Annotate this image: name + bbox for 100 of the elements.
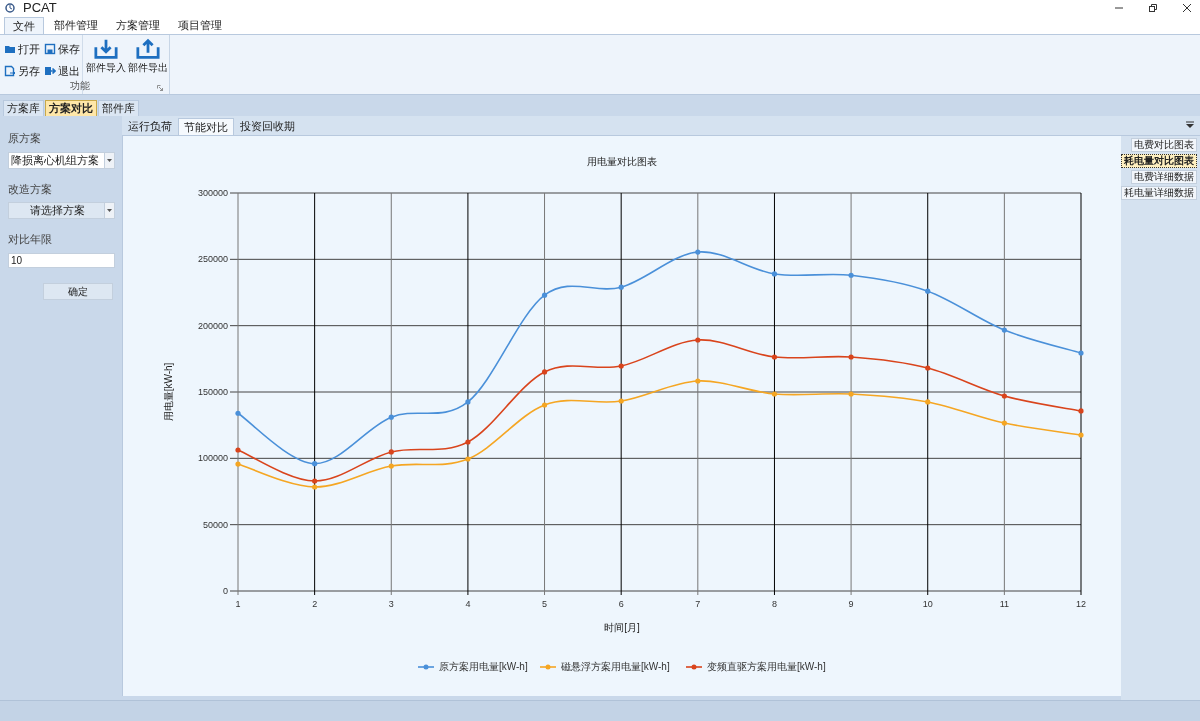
field-label: 对比年限 — [8, 232, 53, 247]
view-button[interactable]: 电费对比图表 — [1131, 138, 1197, 152]
content-tab[interactable]: 运行负荷 — [123, 118, 177, 135]
data-point — [695, 249, 701, 255]
data-point — [1078, 432, 1084, 438]
data-point — [618, 284, 624, 290]
data-point — [465, 399, 471, 405]
data-point — [235, 461, 241, 467]
axis-tick-label: 4 — [465, 599, 471, 609]
data-point — [1001, 327, 1007, 333]
legend-swatch — [539, 664, 557, 670]
data-point — [695, 337, 701, 343]
data-point — [848, 354, 854, 360]
data-point — [235, 410, 241, 416]
ribbon-button[interactable]: 打开 — [4, 41, 42, 57]
input-field[interactable]: 10 — [8, 252, 115, 268]
content-tab[interactable]: 节能对比 — [178, 118, 234, 135]
ribbon-tab[interactable]: 方案管理 — [108, 17, 168, 34]
folder-icon — [4, 43, 16, 55]
ribbon-tab[interactable]: 部件管理 — [46, 17, 106, 34]
plan-dropdown[interactable]: 请选择方案 — [8, 202, 115, 219]
view-button[interactable]: 耗电量对比图表 — [1121, 154, 1197, 168]
axis-tick-label: 10 — [922, 599, 933, 609]
content-tab[interactable]: 投资回收期 — [235, 118, 300, 135]
plan-dropdown[interactable]: 降损离心机组方案 — [8, 151, 115, 169]
field-label: 原方案 — [8, 131, 42, 146]
data-point — [1078, 408, 1084, 414]
data-point — [388, 463, 394, 469]
data-point — [541, 369, 548, 375]
axis-tick-label: 150000 — [197, 387, 228, 397]
legend-label: 磁悬浮方案用电量[kW-h] — [561, 661, 670, 672]
close-icon[interactable] — [1182, 3, 1192, 13]
data-point — [1001, 393, 1007, 399]
dropdown-menu-icon[interactable] — [1186, 121, 1194, 129]
floppy-icon — [44, 43, 56, 55]
data-point — [312, 461, 318, 467]
axis-title: 时间[月] — [604, 622, 640, 633]
data-point — [925, 399, 931, 405]
ribbon-button[interactable]: 退出 — [44, 63, 82, 79]
axis-tick-label: 5 — [542, 599, 548, 609]
legend-label: 变频直驱方案用电量[kW-h] — [707, 661, 826, 672]
data-point — [618, 363, 624, 369]
ribbon-button[interactable]: 部件导出 — [127, 35, 169, 94]
group-label: 功能 — [70, 79, 90, 93]
restore-icon[interactable] — [1148, 3, 1158, 13]
view-button[interactable]: 耗电量详细数据 — [1121, 186, 1197, 200]
data-point — [618, 398, 624, 404]
data-point — [388, 449, 394, 455]
data-point — [925, 365, 931, 371]
exit-icon — [44, 65, 56, 77]
data-point — [235, 447, 241, 453]
axis-tick-label: 11 — [999, 599, 1010, 609]
upload-tray-icon — [136, 37, 160, 61]
axis-tick-label: 0 — [223, 586, 228, 596]
data-point — [465, 456, 471, 462]
ribbon-tab[interactable]: 文件 — [4, 17, 44, 34]
panel-tab[interactable]: 部件库 — [98, 100, 139, 116]
axis-tick-label: 8 — [771, 599, 777, 609]
ribbon-tab[interactable]: 项目管理 — [170, 17, 230, 34]
data-point — [1078, 350, 1084, 356]
window-title: PCAT — [23, 0, 57, 18]
ribbon-button[interactable]: 另存 — [4, 63, 42, 79]
download-tray-icon — [94, 37, 118, 61]
legend-label: 原方案用电量[kW-h] — [439, 661, 528, 672]
dropdown-arrow-icon — [107, 158, 112, 162]
view-button[interactable]: 电费详细数据 — [1131, 170, 1197, 184]
axis-tick-label: 3 — [388, 599, 394, 609]
axis-tick-label: 100000 — [197, 453, 228, 464]
data-point — [848, 391, 854, 397]
axis-tick-label: 9 — [848, 599, 854, 609]
field-label: 改造方案 — [8, 181, 53, 197]
axis-tick-label: 6 — [618, 599, 624, 609]
data-point — [1001, 420, 1007, 426]
data-point — [925, 288, 931, 294]
axis-tick-label: 2 — [312, 599, 318, 609]
data-point — [541, 402, 548, 408]
data-point — [771, 391, 778, 397]
panel-tab[interactable]: 方案对比 — [45, 100, 97, 116]
axis-tick-label: 250000 — [197, 254, 228, 265]
data-point — [541, 292, 548, 298]
axis-tick-label: 1 — [235, 599, 241, 609]
ribbon-button[interactable]: 保存 — [44, 41, 82, 57]
axis-tick-label: 7 — [695, 599, 701, 609]
legend-swatch — [685, 664, 703, 670]
panel-tab[interactable]: 方案库 — [3, 100, 44, 116]
app-icon — [5, 3, 15, 13]
chart-title: 用电量对比图表 — [587, 156, 657, 167]
legend-swatch — [417, 664, 435, 670]
dialog-launcher-icon[interactable] — [157, 85, 163, 91]
data-point — [388, 414, 394, 420]
data-point — [771, 354, 778, 360]
dropdown-arrow-icon — [107, 209, 112, 212]
data-point — [465, 439, 471, 445]
confirm-button[interactable]: 确定 — [43, 282, 113, 300]
axis-tick-label: 12 — [1076, 599, 1086, 609]
axis-tick-label: 50000 — [202, 519, 228, 530]
document-arrow-icon — [4, 65, 16, 77]
axis-tick-label: 300000 — [197, 188, 228, 198]
data-point — [695, 378, 701, 384]
data-point — [848, 272, 854, 278]
